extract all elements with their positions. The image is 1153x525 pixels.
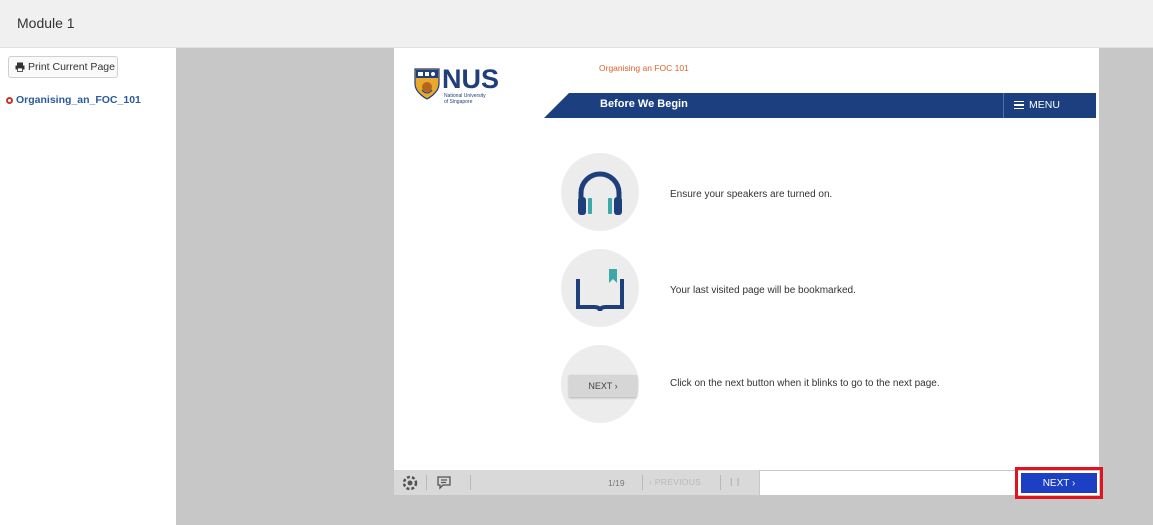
step-text-bookmark: Your last visited page will be bookmarke… — [670, 285, 856, 296]
page-counter: 1/19 — [608, 478, 625, 488]
control-divider — [720, 475, 721, 490]
page-title-banner: Before We Begin MENU — [544, 93, 1099, 118]
banner-end-marker — [1096, 93, 1099, 118]
next-button-illustration: NEXT › — [569, 375, 637, 397]
step-text-next: Click on the next button when it blinks … — [670, 378, 940, 389]
page-title: Before We Begin — [600, 98, 688, 110]
print-button-label: Print Current Page — [28, 61, 115, 73]
hamburger-icon — [1014, 101, 1024, 109]
control-divider — [642, 475, 643, 490]
step-text-speakers: Ensure your speakers are turned on. — [670, 189, 833, 200]
print-current-page-button[interactable]: Print Current Page — [8, 56, 118, 78]
banner-divider — [1003, 93, 1004, 118]
next-button-icon: NEXT › — [561, 345, 639, 423]
headphones-icon — [561, 153, 639, 231]
control-divider — [426, 475, 427, 490]
printer-icon — [15, 62, 25, 72]
control-divider — [470, 475, 471, 490]
tree-node-icon — [6, 96, 13, 104]
nus-logo: NUS National University of Singapore — [414, 64, 514, 108]
top-bar: Module 1 — [0, 0, 1153, 48]
left-sidebar: Print Current Page Organising_an_FOC_101 — [0, 48, 176, 525]
course-title: Organising an FOC 101 — [599, 63, 689, 73]
book-bookmark-icon — [561, 249, 639, 327]
settings-icon[interactable] — [402, 475, 418, 491]
course-player: NUS National University of Singapore Org… — [394, 48, 1099, 470]
tree-item-organising-foc[interactable]: Organising_an_FOC_101 — [6, 94, 141, 106]
nus-logo-text: NUS — [442, 64, 500, 94]
nus-crest-icon — [414, 68, 440, 100]
tree-item-label: Organising_an_FOC_101 — [16, 94, 141, 106]
pause-button[interactable]: ❙❙ — [728, 477, 741, 486]
next-button[interactable]: NEXT › — [1021, 473, 1097, 493]
previous-button[interactable]: ‹ PREVIOUS — [649, 477, 701, 487]
nus-logo-subtitle-2: of Singapore — [444, 99, 473, 105]
menu-label: MENU — [1029, 99, 1060, 111]
module-title: Module 1 — [17, 15, 75, 31]
transcript-icon[interactable] — [436, 475, 452, 491]
menu-button[interactable]: MENU — [1014, 99, 1060, 111]
player-control-bar: 1/19 ‹ PREVIOUS ❙❙ — [394, 470, 1099, 495]
